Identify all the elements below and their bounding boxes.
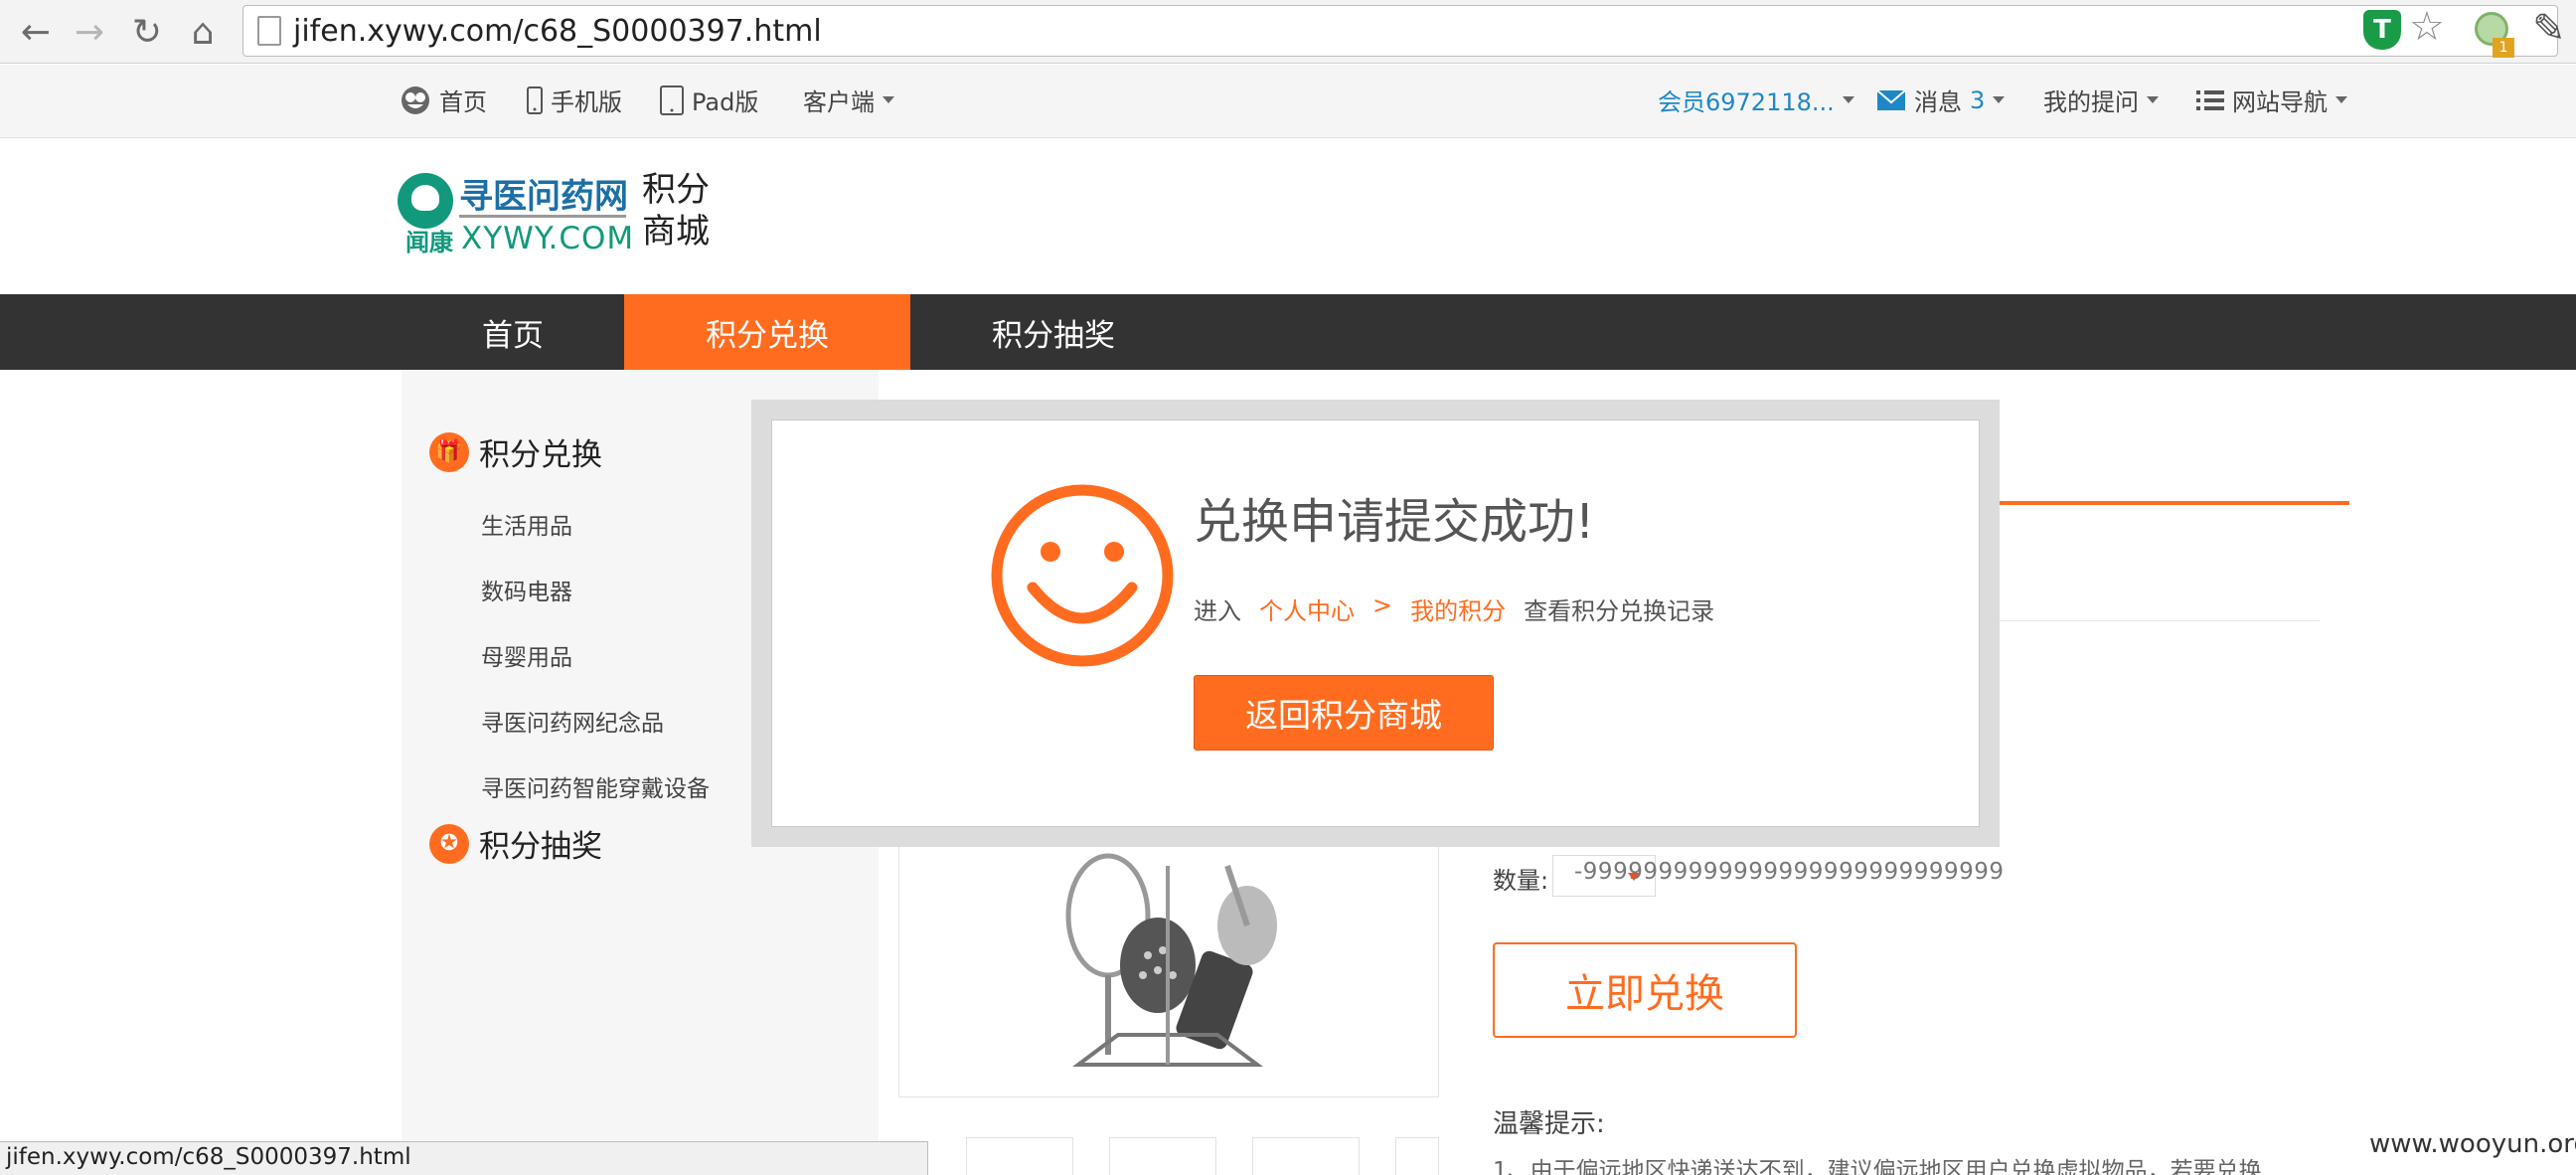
topbar-home-label: 首页 — [439, 88, 487, 116]
section-divider — [1978, 620, 2320, 621]
chevron-down-icon — [2147, 96, 2159, 103]
quantity-label: 数量: — [1493, 867, 1549, 895]
sidebar-item-digital[interactable]: 数码电器 — [481, 573, 572, 606]
success-dialog: 兑换申请提交成功! 进入 个人中心 > 我的积分 查看积分兑换记录 返回积分商城 — [771, 420, 1980, 827]
browser-status-bar: jifen.xywy.com/c68_S0000397.html — [0, 1141, 928, 1175]
product-thumbnail[interactable] — [1109, 1137, 1216, 1175]
messages-label: 消息 — [1914, 88, 1962, 116]
success-dialog-frame: 兑换申请提交成功! 进入 个人中心 > 我的积分 查看积分兑换记录 返回积分商城 — [751, 400, 2000, 847]
site-nav-label: 网站导航 — [2232, 88, 2328, 116]
browser-toolbar: ← → ↻ ⌂ jifen.xywy.com/c68_S0000397.html… — [0, 0, 2576, 64]
list-icon — [2196, 89, 2224, 110]
section-underline — [1978, 501, 2349, 505]
logo-name-en: XYWY.COM — [461, 221, 635, 256]
reload-button[interactable]: ↻ — [123, 8, 171, 56]
dialog-breadcrumb: 进入 个人中心 > 我的积分 查看积分兑换记录 — [1194, 591, 1732, 626]
envelope-icon — [1876, 88, 1906, 110]
chevron-down-icon — [1993, 96, 2006, 103]
home-button[interactable]: ⌂ — [179, 8, 227, 56]
sidebar-item-souvenir[interactable]: 寻医问药网纪念品 — [481, 704, 664, 738]
kitchen-utensils-image — [1065, 853, 1277, 1067]
nav-points-lottery[interactable]: 积分抽奖 — [910, 294, 1197, 370]
shield-extension-icon[interactable]: T — [2363, 10, 2401, 50]
back-button[interactable]: ← — [12, 8, 60, 56]
extension-badge: 1 — [2493, 38, 2514, 58]
messages-dropdown[interactable]: 消息 3 — [1876, 83, 2006, 117]
logo-divider — [459, 215, 626, 218]
topbar-client-label: 客户端 — [803, 88, 875, 116]
logo-icon[interactable] — [398, 173, 453, 229]
sidebar-item-wearable[interactable]: 寻医问药智能穿戴设备 — [481, 769, 710, 803]
sidebar-item-daily[interactable]: 生活用品 — [481, 507, 572, 541]
product-thumbnail[interactable] — [966, 1137, 1073, 1175]
member-dropdown[interactable]: 会员6972118... — [1658, 83, 1854, 117]
topbar-pad-label: Pad版 — [692, 88, 759, 116]
site-nav-dropdown[interactable]: 网站导航 — [2196, 83, 2347, 117]
sidebar-exchange-heading[interactable]: 🎁 积分兑换 — [429, 429, 602, 474]
topbar-home-link[interactable]: 首页 — [400, 83, 487, 117]
personal-center-link[interactable]: 个人中心 — [1259, 591, 1355, 626]
sidebar-lottery-heading[interactable]: ✪ 积分抽奖 — [429, 821, 602, 866]
topbar-mobile-label: 手机版 — [551, 88, 622, 116]
view-records-text: 查看积分兑换记录 — [1524, 597, 1715, 625]
tips-text: 1、由于偏远地区快递送达不到，建议偏远地区用户兑换虚拟物品，若要兑换 — [1493, 1158, 2262, 1175]
phone-icon — [527, 85, 543, 114]
sidebar-lottery-title: 积分抽奖 — [479, 829, 602, 865]
smiley-face-icon — [991, 484, 1174, 667]
logo-name-cn[interactable]: 寻医问药网 — [459, 169, 628, 218]
forward-button[interactable]: → — [66, 8, 113, 56]
my-questions-label: 我的提问 — [2043, 88, 2139, 116]
product-thumbnail[interactable] — [1252, 1137, 1360, 1175]
nav-points-exchange[interactable]: 积分兑换 — [624, 294, 910, 370]
gift-icon: 🎁 — [429, 431, 469, 472]
address-bar[interactable]: jifen.xywy.com/c68_S0000397.html — [242, 5, 2558, 57]
messages-count: 3 — [1970, 85, 1986, 114]
watermark-text: www.wooyun.org — [2369, 1129, 2576, 1159]
breadcrumb-separator: > — [1372, 591, 1393, 619]
topbar-pad-link[interactable]: Pad版 — [660, 83, 758, 117]
chevron-down-icon — [2335, 96, 2347, 103]
back-to-mall-button[interactable]: 返回积分商城 — [1194, 675, 1494, 751]
pen-extension-icon[interactable]: ✎ — [2532, 6, 2566, 52]
dialog-enter-text: 进入 — [1194, 597, 1241, 625]
logo-sub-cn: 闻康 — [405, 229, 453, 256]
product-thumbnail[interactable] — [1395, 1137, 1439, 1175]
url-text: jifen.xywy.com/c68_S0000397.html — [293, 14, 822, 49]
page-icon — [257, 16, 281, 46]
site-header: 寻医问药网 闻康 XYWY.COM 积分商城 — [0, 139, 2576, 294]
redeem-now-button[interactable]: 立即兑换 — [1493, 942, 1797, 1038]
tablet-icon — [660, 84, 684, 115]
nav-home[interactable]: 首页 — [402, 294, 624, 370]
my-questions-dropdown[interactable]: 我的提问 — [2043, 83, 2159, 117]
chevron-down-icon — [1628, 873, 1640, 881]
product-image-frame — [898, 835, 1439, 1097]
member-label: 会员6972118... — [1658, 88, 1835, 116]
logo-mall-title: 积分商城 — [642, 170, 710, 252]
topbar-mobile-link[interactable]: 手机版 — [527, 83, 622, 117]
chevron-down-icon — [883, 96, 894, 103]
chevron-down-icon — [1842, 96, 1854, 103]
sidebar-exchange-title: 积分兑换 — [479, 437, 602, 473]
site-topbar: 首页 手机版 Pad版 客户端 会员6972118... 消息 3 我的提问 网… — [0, 65, 2576, 138]
bookmark-star-icon[interactable]: ☆ — [2409, 4, 2445, 50]
sidebar-item-baby[interactable]: 母婴用品 — [481, 638, 572, 672]
quantity-value[interactable]: -9999999999999999999999999999 — [1574, 859, 2005, 885]
my-points-link[interactable]: 我的积分 — [1410, 591, 1506, 626]
topbar-client-dropdown[interactable]: 客户端 — [803, 83, 894, 117]
ribbon-icon: ✪ — [429, 823, 469, 864]
tips-title: 温馨提示: — [1493, 1109, 1605, 1139]
main-navigation: 首页 积分兑换 积分抽奖 — [0, 294, 2576, 370]
home-globe-icon — [402, 85, 429, 114]
dialog-title: 兑换申请提交成功! — [1194, 494, 1595, 550]
